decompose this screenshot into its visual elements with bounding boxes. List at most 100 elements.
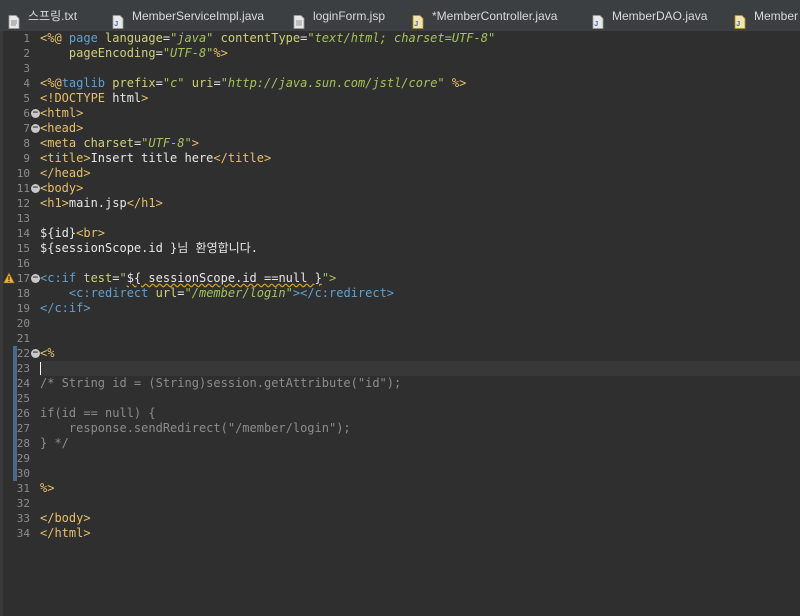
code-token: =	[155, 76, 163, 90]
gutter-line: 32	[3, 496, 36, 511]
code-token: </head>	[40, 166, 91, 180]
code-token: =	[162, 31, 171, 45]
code-line[interactable]: response.sendRedirect("/member/login");	[40, 421, 800, 436]
code-token: =	[177, 286, 185, 300]
fold-toggle-icon[interactable]: −	[31, 184, 40, 193]
gutter-line: 28	[3, 436, 36, 451]
fold-toggle-icon[interactable]: −	[31, 274, 40, 283]
code-line[interactable]	[40, 391, 800, 406]
code-line[interactable]	[40, 466, 800, 481]
code-line[interactable]	[40, 331, 800, 346]
line-number: 2	[23, 47, 30, 60]
code-line[interactable]	[40, 211, 800, 226]
line-number: 16	[16, 257, 30, 270]
java-class-icon: J	[734, 9, 746, 29]
line-number: 3	[23, 62, 30, 75]
code-line[interactable]: <c:if test="${ sessionScope.id ==null }"…	[40, 271, 800, 286]
code-line[interactable]: /* String id = (String)session.getAttrib…	[40, 376, 800, 391]
gutter-line: 26	[3, 406, 36, 421]
gutter-line: 12	[3, 196, 36, 211]
code-line[interactable]: <body>	[40, 181, 800, 196]
code-token: <!DOCTYPE	[40, 91, 113, 105]
code-line[interactable]: </head>	[40, 166, 800, 181]
code-line[interactable]: <html>	[40, 106, 800, 121]
editor-tab-label: loginForm.jsp	[313, 9, 386, 23]
code-token: ${sessionScope.id }님 환영합니다.	[40, 241, 258, 255]
line-number: 11	[16, 182, 30, 195]
code-line[interactable]: <%	[40, 346, 800, 361]
code-token: %>	[444, 76, 467, 90]
code-token: "/member/login"	[184, 286, 293, 300]
editor-tab-label: Member	[754, 9, 799, 23]
code-line[interactable]: <!DOCTYPE html>	[40, 91, 800, 106]
code-line[interactable]: <title>Insert title here</title>	[40, 151, 800, 166]
code-line[interactable]	[40, 361, 800, 376]
fold-toggle-icon[interactable]: −	[31, 124, 40, 133]
code-token: "	[119, 271, 127, 285]
code-editor[interactable]: 1 2 3 4 5 6−7−8 9 10 11−12 13 14 15 16 17−18 19 20 21 22−…	[0, 31, 800, 616]
line-number: 31	[16, 482, 30, 495]
gutter-line: 7−	[3, 121, 40, 136]
java-class-icon: J	[412, 9, 424, 29]
code-token: <c:redirect	[40, 286, 156, 300]
code-token: "c"	[162, 76, 185, 90]
line-number: 13	[16, 212, 30, 225]
code-line[interactable]	[40, 316, 800, 331]
code-token: main.jsp	[68, 196, 127, 210]
gutter-line: 16	[3, 256, 36, 271]
line-number: 14	[16, 227, 30, 240]
java-file-icon: J	[592, 9, 604, 29]
code-token: </c:if>	[40, 301, 91, 315]
code-token: /* String id = (String)session.getAttrib…	[40, 376, 402, 390]
code-line[interactable]	[40, 61, 800, 76]
code-token: <title>	[40, 151, 91, 165]
code-token: %>	[213, 46, 228, 60]
code-line[interactable]: } */	[40, 436, 800, 451]
code-token: <html>	[40, 106, 84, 120]
code-token: "UTF-8"	[141, 136, 192, 150]
gutter-line: 23	[3, 361, 36, 376]
code-line[interactable]: </body>	[40, 511, 800, 526]
code-token: pageEncoding	[40, 46, 156, 60]
warning-icon[interactable]	[3, 272, 15, 284]
code-line[interactable]: <c:redirect url="/member/login"></c:redi…	[40, 286, 800, 301]
gutter-line: 9	[3, 151, 36, 166]
fold-toggle-icon[interactable]: −	[31, 109, 40, 118]
gutter-line: 19	[3, 301, 36, 316]
code-line[interactable]: %>	[40, 481, 800, 496]
line-number: 29	[16, 452, 30, 465]
line-number: 8	[23, 137, 30, 150]
code-token: language	[105, 31, 163, 45]
code-line[interactable]: pageEncoding="UTF-8"%>	[40, 46, 800, 61]
editor-tab-label: MemberServiceImpl.java	[132, 9, 265, 23]
editor-tab-label: *MemberController.java	[432, 9, 558, 23]
code-line[interactable]: ${id}<br>	[40, 226, 800, 241]
fold-toggle-icon[interactable]: −	[31, 349, 40, 358]
code-area[interactable]: <%@ page language="java" contentType="te…	[40, 31, 800, 616]
svg-text:J: J	[594, 21, 598, 28]
code-line[interactable]: </html>	[40, 526, 800, 541]
code-line[interactable]: <head>	[40, 121, 800, 136]
gutter-line: 13	[3, 211, 36, 226]
code-token: uri	[184, 76, 214, 90]
code-line[interactable]: <%@taglib prefix="c" uri="http://java.su…	[40, 76, 800, 91]
code-line[interactable]	[40, 496, 800, 511]
gutter-line: 6−	[3, 106, 40, 121]
code-line[interactable]	[40, 451, 800, 466]
line-number: 26	[16, 407, 30, 420]
code-line[interactable]: ${sessionScope.id }님 환영합니다.	[40, 241, 800, 256]
code-line[interactable]	[40, 256, 800, 271]
line-number: 15	[16, 242, 30, 255]
gutter-line: 10	[3, 166, 36, 181]
code-line[interactable]: if(id == null) {	[40, 406, 800, 421]
code-token: "text/html; charset=UTF-8"	[307, 31, 496, 45]
line-number-gutter: 1 2 3 4 5 6−7−8 9 10 11−12 13 14 15 16 17−18 19 20 21 22−…	[3, 31, 40, 616]
code-line[interactable]: <meta charset="UTF-8">	[40, 136, 800, 151]
code-token: =	[112, 271, 120, 285]
code-token: </h1>	[126, 196, 163, 210]
code-line[interactable]: <h1>main.jsp</h1>	[40, 196, 800, 211]
gutter-line: 30	[3, 466, 36, 481]
code-line[interactable]: <%@ page language="java" contentType="te…	[40, 31, 800, 46]
code-line[interactable]: </c:if>	[40, 301, 800, 316]
gutter-line: 4	[3, 76, 36, 91]
